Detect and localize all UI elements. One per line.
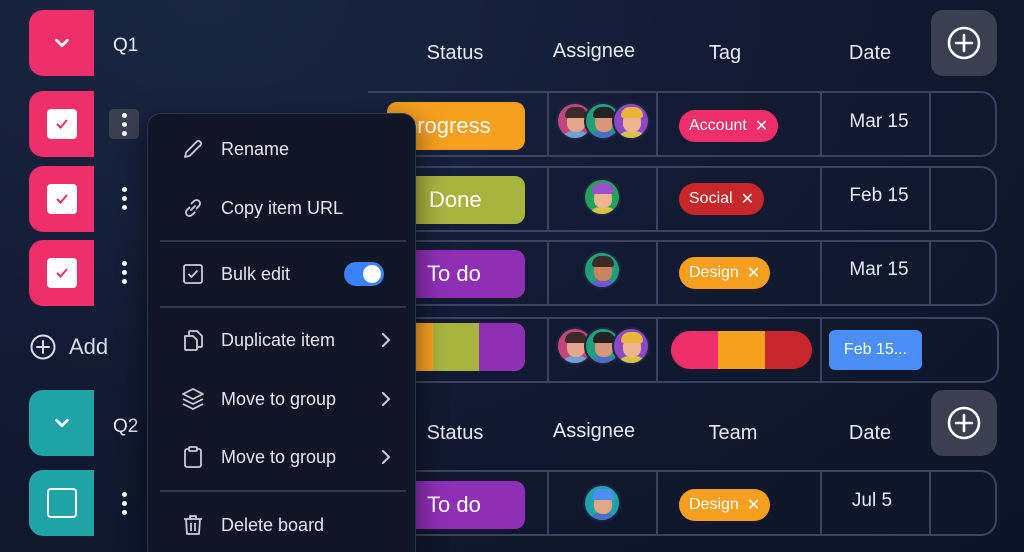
summary-seg-pink <box>671 331 718 369</box>
column-header-status[interactable]: Status <box>405 422 505 445</box>
link-icon <box>185 199 201 217</box>
row-select-tab[interactable] <box>29 470 94 536</box>
menu-item-move-to-group[interactable]: Move to group <box>148 376 417 422</box>
avatar[interactable] <box>612 327 650 365</box>
tag-label: Design <box>689 264 739 281</box>
check-icon <box>55 194 68 204</box>
group-q1-collapse-button[interactable] <box>29 10 94 76</box>
menu-item-rename[interactable]: Rename <box>148 126 417 172</box>
group-q1-name[interactable]: Q1 <box>113 35 138 57</box>
column-header-status[interactable]: Status <box>405 42 505 65</box>
tag-design[interactable]: Design ✕ <box>679 257 771 289</box>
layers-icon <box>182 388 204 410</box>
plus-circle-icon <box>947 26 981 60</box>
row-context-menu: Rename Copy item URL Bulk edit Duplicate… <box>147 113 416 552</box>
duplicate-icon <box>184 330 203 351</box>
menu-item-label: Delete board <box>221 514 325 535</box>
tag-account[interactable]: Account ✕ <box>679 110 779 142</box>
status-label: progress <box>405 113 491 138</box>
summary-seg-purple <box>479 323 525 371</box>
tag-design[interactable]: Design ✕ <box>679 489 771 521</box>
plus-circle-icon <box>947 406 981 440</box>
summary-seg-olive <box>433 323 479 371</box>
column-header-assignee[interactable]: Assignee <box>544 40 644 63</box>
add-label: Add <box>69 334 109 359</box>
close-icon[interactable]: ✕ <box>747 495 760 515</box>
menu-divider <box>160 240 406 242</box>
bulk-edit-toggle[interactable] <box>344 262 384 286</box>
row-checkbox[interactable] <box>46 488 77 518</box>
menu-item-label: Duplicate item <box>221 329 336 350</box>
date-cell[interactable]: Mar 15 <box>829 111 929 133</box>
close-icon[interactable]: ✕ <box>741 189 754 209</box>
menu-divider <box>160 306 406 308</box>
tag-summary-bar <box>671 331 812 369</box>
date-cell[interactable]: Mar 15 <box>829 259 929 281</box>
menu-item-label: Rename <box>221 138 290 159</box>
chevron-right-icon <box>382 392 391 406</box>
date-cell[interactable]: Jul 5 <box>822 490 922 512</box>
status-label: To do <box>427 492 481 517</box>
avatar[interactable] <box>583 251 621 289</box>
tag-label: Social <box>689 190 733 207</box>
board-canvas: Q1 Status Assignee Tag Date progress Acc… <box>0 0 1024 552</box>
date-range-label: Feb 15... <box>843 341 908 358</box>
tag-social[interactable]: Social ✕ <box>679 183 764 215</box>
tag-label: Account <box>689 117 747 134</box>
menu-item-move-to-group-2[interactable]: Move to group <box>148 434 417 480</box>
chevron-down-icon <box>54 418 69 428</box>
menu-item-label: Move to group <box>221 388 337 409</box>
avatar[interactable] <box>612 102 650 140</box>
column-header-team[interactable]: Team <box>683 422 783 445</box>
chevron-right-icon <box>382 333 391 347</box>
checkbox-icon <box>183 264 203 284</box>
tag-label: Design <box>689 496 739 513</box>
date-cell[interactable]: Feb 15 <box>829 185 929 207</box>
close-icon[interactable]: ✕ <box>755 116 768 136</box>
row-select-tab[interactable] <box>29 240 94 306</box>
menu-item-copy-url[interactable]: Copy item URL <box>148 185 417 231</box>
status-label: Done <box>429 187 482 212</box>
row-checkbox[interactable] <box>46 184 77 214</box>
plus-circle-icon <box>30 334 56 360</box>
row-select-tab[interactable] <box>29 166 94 232</box>
column-header-assignee[interactable]: Assignee <box>544 420 644 443</box>
add-column-button[interactable] <box>931 390 997 456</box>
pencil-icon <box>184 139 203 158</box>
group-q2-collapse-button[interactable] <box>29 390 94 456</box>
add-item-button[interactable]: Add <box>29 333 108 361</box>
column-header-tag[interactable]: Tag <box>675 42 775 65</box>
chevron-down-icon <box>54 38 69 48</box>
row-select-tab[interactable] <box>29 91 94 157</box>
add-column-button[interactable] <box>931 10 997 76</box>
summary-seg-red <box>765 331 812 369</box>
chevron-right-icon <box>382 450 391 464</box>
date-range-summary[interactable]: Feb 15... <box>829 330 922 370</box>
avatar[interactable] <box>583 484 621 522</box>
menu-item-bulk-edit[interactable]: Bulk edit <box>148 251 417 297</box>
menu-item-label: Bulk edit <box>221 263 291 284</box>
check-icon <box>55 268 68 278</box>
menu-item-label: Move to group <box>221 446 337 467</box>
summary-seg-orange <box>718 331 765 369</box>
status-label: To do <box>427 261 481 286</box>
menu-item-label: Copy item URL <box>221 197 344 218</box>
column-header-date[interactable]: Date <box>820 422 920 445</box>
close-icon[interactable]: ✕ <box>747 263 760 283</box>
group-q2-name[interactable]: Q2 <box>113 416 138 438</box>
menu-item-delete-board[interactable]: Delete board <box>148 502 417 548</box>
menu-item-duplicate[interactable]: Duplicate item <box>148 317 417 363</box>
menu-divider <box>160 490 406 492</box>
row-options-button[interactable] <box>109 109 139 139</box>
row-checkbox[interactable] <box>46 109 77 139</box>
row-options-button[interactable] <box>109 183 139 213</box>
clipboard-icon <box>184 446 202 468</box>
row-checkbox[interactable] <box>46 258 77 288</box>
trash-icon <box>184 515 202 535</box>
row-options-button[interactable] <box>109 257 139 287</box>
column-header-date[interactable]: Date <box>820 42 920 65</box>
check-icon <box>55 119 68 129</box>
row-options-button[interactable] <box>109 488 139 518</box>
avatar[interactable] <box>583 178 621 216</box>
